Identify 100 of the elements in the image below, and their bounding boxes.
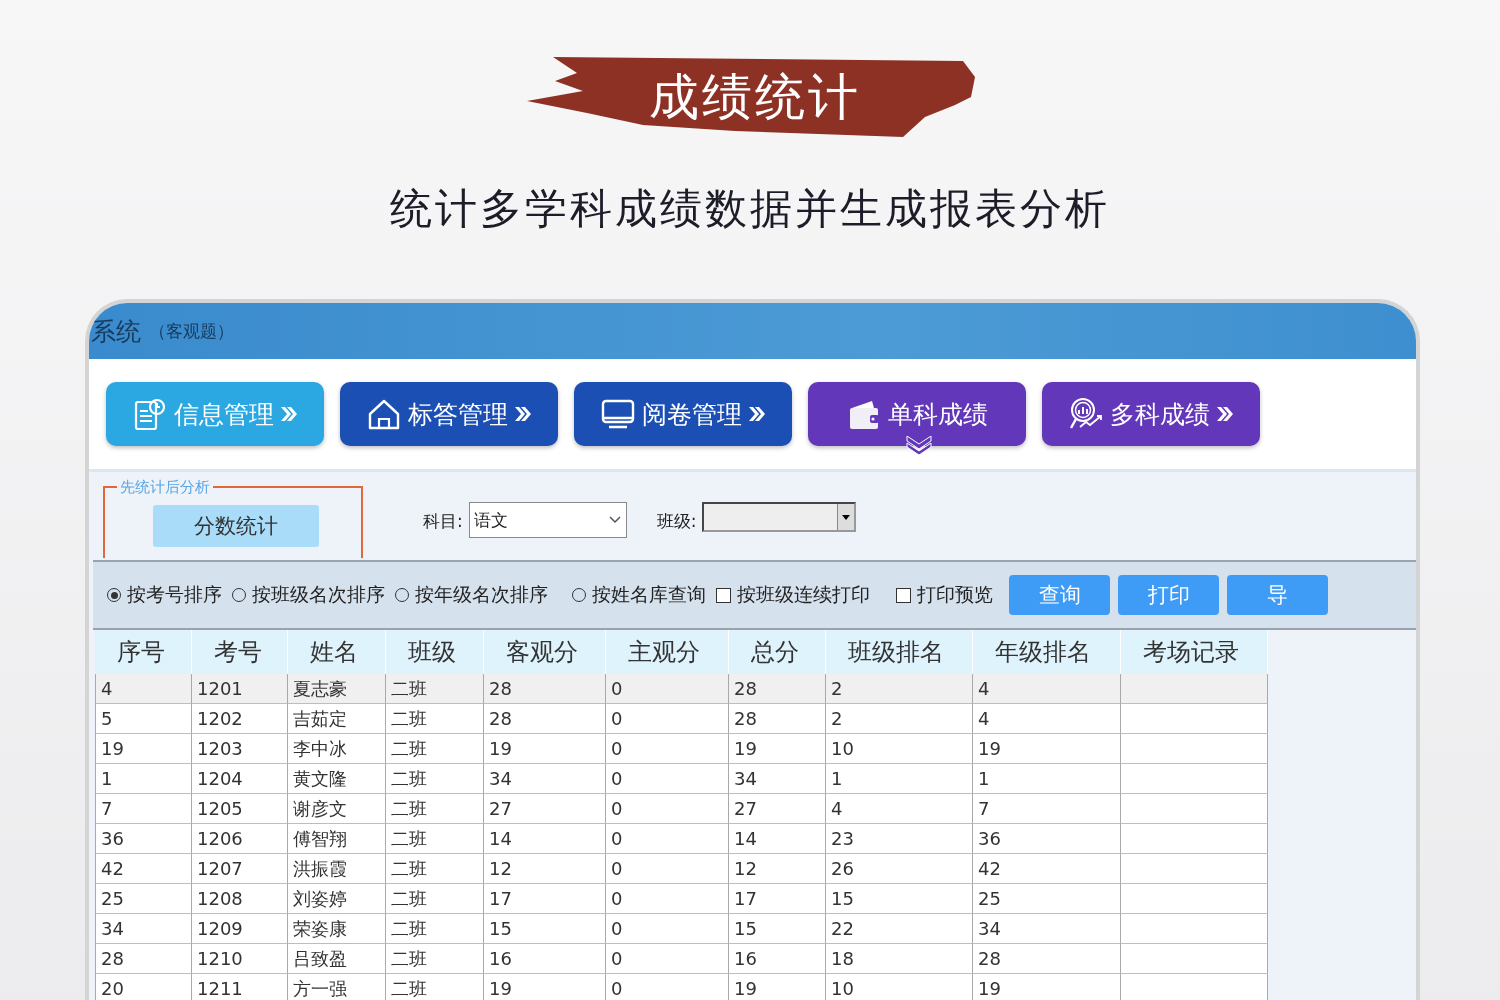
radio-label: 按考号排序 xyxy=(127,582,222,607)
table-cell: 28 xyxy=(484,704,606,734)
table-cell: 李中冰 xyxy=(288,734,386,764)
table-cell: 15 xyxy=(484,914,606,944)
table-cell: 1201 xyxy=(192,674,288,704)
table-cell: 二班 xyxy=(386,974,484,1000)
radio-label: 按班级名次排序 xyxy=(252,582,385,607)
table-cell: 二班 xyxy=(386,674,484,704)
document-clock-icon xyxy=(132,396,168,432)
column-header: 姓名 xyxy=(288,630,386,674)
table-cell: 夏志豪 xyxy=(288,674,386,704)
table-cell: 19 xyxy=(484,974,606,1000)
table-cell: 1 xyxy=(973,764,1121,794)
table-cell: 12 xyxy=(729,854,826,884)
table-cell: 28 xyxy=(484,674,606,704)
checkbox-label: 按班级连续打印 xyxy=(737,582,870,607)
table-cell: 25 xyxy=(95,884,192,914)
table-cell: 1203 xyxy=(192,734,288,764)
checkbox[interactable] xyxy=(716,587,731,603)
table-cell: 1210 xyxy=(192,944,288,974)
table-cell: 4 xyxy=(95,674,192,704)
table-cell: 0 xyxy=(606,854,729,884)
table-cell: 二班 xyxy=(386,794,484,824)
class-dropdown[interactable] xyxy=(702,502,857,532)
table-cell: 19 xyxy=(95,734,192,764)
table-cell: 1 xyxy=(95,764,192,794)
table-cell: 19 xyxy=(729,734,826,764)
window-title: 系统 xyxy=(91,315,141,348)
table-cell: 0 xyxy=(606,704,729,734)
score-statistics-button[interactable]: 分数统计 xyxy=(153,505,319,547)
table-cell: 1207 xyxy=(192,854,288,884)
table-cell: 洪振霞 xyxy=(288,854,386,884)
double-chevron-right-icon xyxy=(514,405,532,423)
nav-button[interactable]: 阅卷管理 xyxy=(574,382,792,446)
table-cell: 谢彦文 xyxy=(288,794,386,824)
column-header: 班级排名 xyxy=(826,630,973,674)
column-header: 总分 xyxy=(729,630,826,674)
table-cell: 1211 xyxy=(192,974,288,1000)
table-cell: 7 xyxy=(95,794,192,824)
table-cell: 14 xyxy=(484,824,606,854)
subject-label: 科目: xyxy=(423,510,463,533)
class-label: 班级: xyxy=(656,510,697,533)
subtitle: 统计多学科成绩数据并生成报表分析 xyxy=(390,183,1110,235)
banner-title: 成绩统计 xyxy=(648,66,861,128)
table-cell: 1 xyxy=(826,764,973,794)
table-cell: 4 xyxy=(973,704,1121,734)
table-cell: 0 xyxy=(606,734,729,764)
table-cell: 0 xyxy=(606,944,729,974)
table-cell: 方一强 xyxy=(288,974,386,1000)
table-cell: 14 xyxy=(729,824,826,854)
table-cell: 黄文隆 xyxy=(288,764,386,794)
table-cell: 15 xyxy=(826,884,973,914)
subject-dropdown[interactable]: 语文 xyxy=(468,502,627,538)
table-cell: 刘姿婷 xyxy=(288,884,386,914)
table-cell: 36 xyxy=(973,824,1121,854)
table-cell: 22 xyxy=(826,914,973,944)
table-cell: 0 xyxy=(606,974,729,1000)
column-header: 主观分 xyxy=(606,630,729,674)
table-cell: 1202 xyxy=(192,704,288,734)
table-cell: 34 xyxy=(484,764,606,794)
table-cell: 傅智翔 xyxy=(288,824,386,854)
table-cell: 19 xyxy=(973,734,1121,764)
table-cell: 二班 xyxy=(386,854,484,884)
table-cell: 吉茹定 xyxy=(288,704,386,734)
table-cell: 1208 xyxy=(192,884,288,914)
checkbox[interactable] xyxy=(896,587,911,603)
table-cell: 20 xyxy=(95,974,192,1000)
subject-value: 语文 xyxy=(473,508,508,532)
table-cell: 34 xyxy=(729,764,826,794)
table-cell: 15 xyxy=(729,914,826,944)
table-cell: 25 xyxy=(973,884,1121,914)
table-cell: 16 xyxy=(729,944,826,974)
table-cell: 28 xyxy=(973,944,1121,974)
table-cell: 28 xyxy=(95,944,192,974)
nav-button[interactable]: 多科成绩 xyxy=(1042,382,1260,446)
table-cell: 荣姿康 xyxy=(288,914,386,944)
nav-button[interactable]: 单科成绩 xyxy=(808,382,1026,446)
table-cell: 吕致盈 xyxy=(288,944,386,974)
table-cell: 17 xyxy=(729,884,826,914)
table-cell: 28 xyxy=(729,704,826,734)
double-chevron-right-icon xyxy=(280,405,298,423)
nav-button[interactable]: 标答管理 xyxy=(340,382,558,446)
checkbox-label: 打印预览 xyxy=(917,582,993,607)
table-cell: 42 xyxy=(973,854,1121,884)
table-cell: 二班 xyxy=(386,914,484,944)
group-box-legend: 先统计后分析 xyxy=(117,478,213,497)
table-cell: 27 xyxy=(729,794,826,824)
window-title-note: （客观题） xyxy=(149,319,234,343)
table-cell: 5 xyxy=(95,704,192,734)
column-header: 年级排名 xyxy=(973,630,1121,674)
table-cell: 0 xyxy=(606,914,729,944)
table-cell: 27 xyxy=(484,794,606,824)
table-cell: 二班 xyxy=(386,734,484,764)
table-cell: 19 xyxy=(973,974,1121,1000)
table-cell: 36 xyxy=(95,824,192,854)
table-cell: 1205 xyxy=(192,794,288,824)
table-cell: 18 xyxy=(826,944,973,974)
table-cell: 10 xyxy=(826,734,973,764)
table-cell: 2 xyxy=(826,674,973,704)
table-cell: 28 xyxy=(729,674,826,704)
